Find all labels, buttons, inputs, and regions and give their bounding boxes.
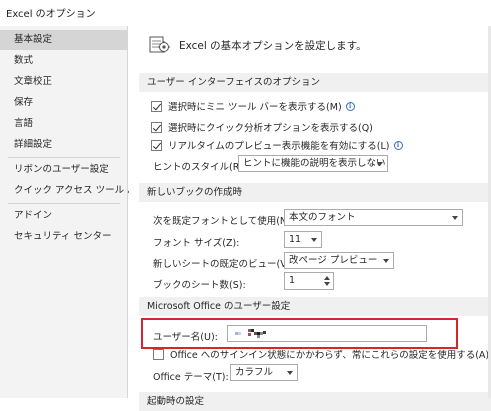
quick-analysis-checkbox[interactable] <box>151 121 162 133</box>
info-icon: i <box>393 140 403 150</box>
quick-analysis-option[interactable]: 選択時にクイック分析オプションを表示する(Q) <box>151 120 373 134</box>
settings-icon <box>149 34 171 57</box>
username-input[interactable] <box>227 325 427 342</box>
live-preview-checkbox[interactable] <box>151 139 162 151</box>
sheet-count-value: 1 <box>289 275 296 286</box>
tooltip-style-label: ヒントのスタイル(R): <box>153 162 247 173</box>
username-label: ユーザー名(U): <box>153 332 218 343</box>
section-startup: 起動時の設定 <box>139 392 491 411</box>
sidebar-item-language[interactable]: 言語 <box>0 114 127 134</box>
chevron-down-icon <box>377 162 383 166</box>
sheet-count-spinner[interactable]: 1 <box>284 272 334 290</box>
page-header: Excel の基本オプションを設定します。 <box>149 34 367 56</box>
sidebar-item-quick-access-toolbar[interactable]: クイック アクセス ツール バー <box>0 181 146 201</box>
sidebar-item-formulas[interactable]: 数式 <box>0 51 127 71</box>
default-font-dropdown[interactable]: 本文のフォント <box>284 209 463 226</box>
chevron-down-icon <box>452 216 458 220</box>
sidebar-item-advanced[interactable]: 詳細設定 <box>0 135 127 155</box>
font-size-row: フォント サイズ(Z): <box>153 235 239 249</box>
default-font-row: 次を既定フォントとして使用(N): <box>153 213 294 227</box>
default-view-value: 改ページ プレビュー <box>289 255 378 266</box>
sidebar: 基本設定 数式 文章校正 保存 言語 詳細設定 リボンのユーザー設定 クイック … <box>0 26 146 398</box>
sidebar-divider <box>8 203 120 204</box>
sidebar-item-customize-ribbon[interactable]: リボンのユーザー設定 <box>0 160 127 180</box>
default-font-value: 本文のフォント <box>289 212 356 223</box>
window-title: Excel のオプション <box>6 9 96 20</box>
office-theme-dropdown[interactable]: カラフル <box>230 364 298 381</box>
live-preview-option[interactable]: リアルタイムのプレビュー表示機能を有効にする(L) i <box>151 138 403 152</box>
live-preview-label: リアルタイムのプレビュー表示機能を有効にする(L) <box>168 141 390 152</box>
office-theme-row: Office テーマ(T): <box>153 369 229 383</box>
username-row: ユーザー名(U): <box>153 329 218 343</box>
sidebar-divider <box>8 157 120 158</box>
mini-toolbar-checkbox[interactable] <box>151 100 162 112</box>
spin-up-icon[interactable] <box>324 276 330 280</box>
tooltip-style-row: ヒントのスタイル(R): <box>153 159 246 173</box>
default-view-label: 新しいシートの既定のビュー(V): <box>153 259 294 270</box>
mini-toolbar-option[interactable]: 選択時にミニ ツール バーを表示する(M) i <box>151 99 355 113</box>
sidebar-item-proofing[interactable]: 文章校正 <box>0 72 127 92</box>
always-use-option[interactable]: Office へのサインイン状態にかかわらず、常にこれらの設定を使用する(A) <box>153 347 489 361</box>
font-size-value: 11 <box>289 234 302 245</box>
office-theme-value: カラフル <box>235 367 274 378</box>
section-personalize: Microsoft Office のユーザー設定 <box>139 297 491 316</box>
chevron-down-icon <box>311 238 317 242</box>
mini-toolbar-label: 選択時にミニ ツール バーを表示する(M) <box>168 102 342 113</box>
default-view-row: 新しいシートの既定のビュー(V): <box>153 256 294 270</box>
office-theme-label: Office テーマ(T): <box>153 372 229 383</box>
sidebar-item-general[interactable]: 基本設定 <box>0 30 127 50</box>
section-new-workbook: 新しいブックの作成時 <box>139 183 491 202</box>
always-use-checkbox[interactable] <box>153 348 164 360</box>
font-size-dropdown[interactable]: 11 <box>284 231 322 248</box>
options-pane: Excel の基本オプションを設定します。 ユーザー インターフェイスのオプショ… <box>129 26 491 411</box>
chevron-down-icon <box>287 371 293 375</box>
sheet-count-row: ブックのシート数(S): <box>153 277 246 291</box>
page-title: Excel の基本オプションを設定します。 <box>179 39 367 52</box>
sidebar-item-addins[interactable]: アドイン <box>0 206 127 226</box>
font-size-label: フォント サイズ(Z): <box>153 238 240 249</box>
section-ui-options: ユーザー インターフェイスのオプション <box>139 73 491 92</box>
sidebar-item-save[interactable]: 保存 <box>0 93 127 113</box>
tooltip-style-dropdown[interactable]: ヒントに機能の説明を表示しない <box>238 155 388 172</box>
sidebar-item-trust-center[interactable]: セキュリティ センター <box>0 227 127 247</box>
quick-analysis-label: 選択時にクイック分析オプションを表示する(Q) <box>168 123 373 134</box>
title-bar: Excel のオプション <box>0 0 491 26</box>
chevron-down-icon <box>383 259 389 263</box>
tooltip-style-value: ヒントに機能の説明を表示しない <box>243 158 386 169</box>
default-view-dropdown[interactable]: 改ページ プレビュー <box>284 252 394 269</box>
sheet-count-label: ブックのシート数(S): <box>153 280 246 291</box>
always-use-label: Office へのサインイン状態にかかわらず、常にこれらの設定を使用する(A) <box>170 350 490 361</box>
spin-down-icon[interactable] <box>324 282 330 286</box>
info-icon: i <box>345 101 355 111</box>
default-font-label: 次を既定フォントとして使用(N): <box>153 216 294 227</box>
